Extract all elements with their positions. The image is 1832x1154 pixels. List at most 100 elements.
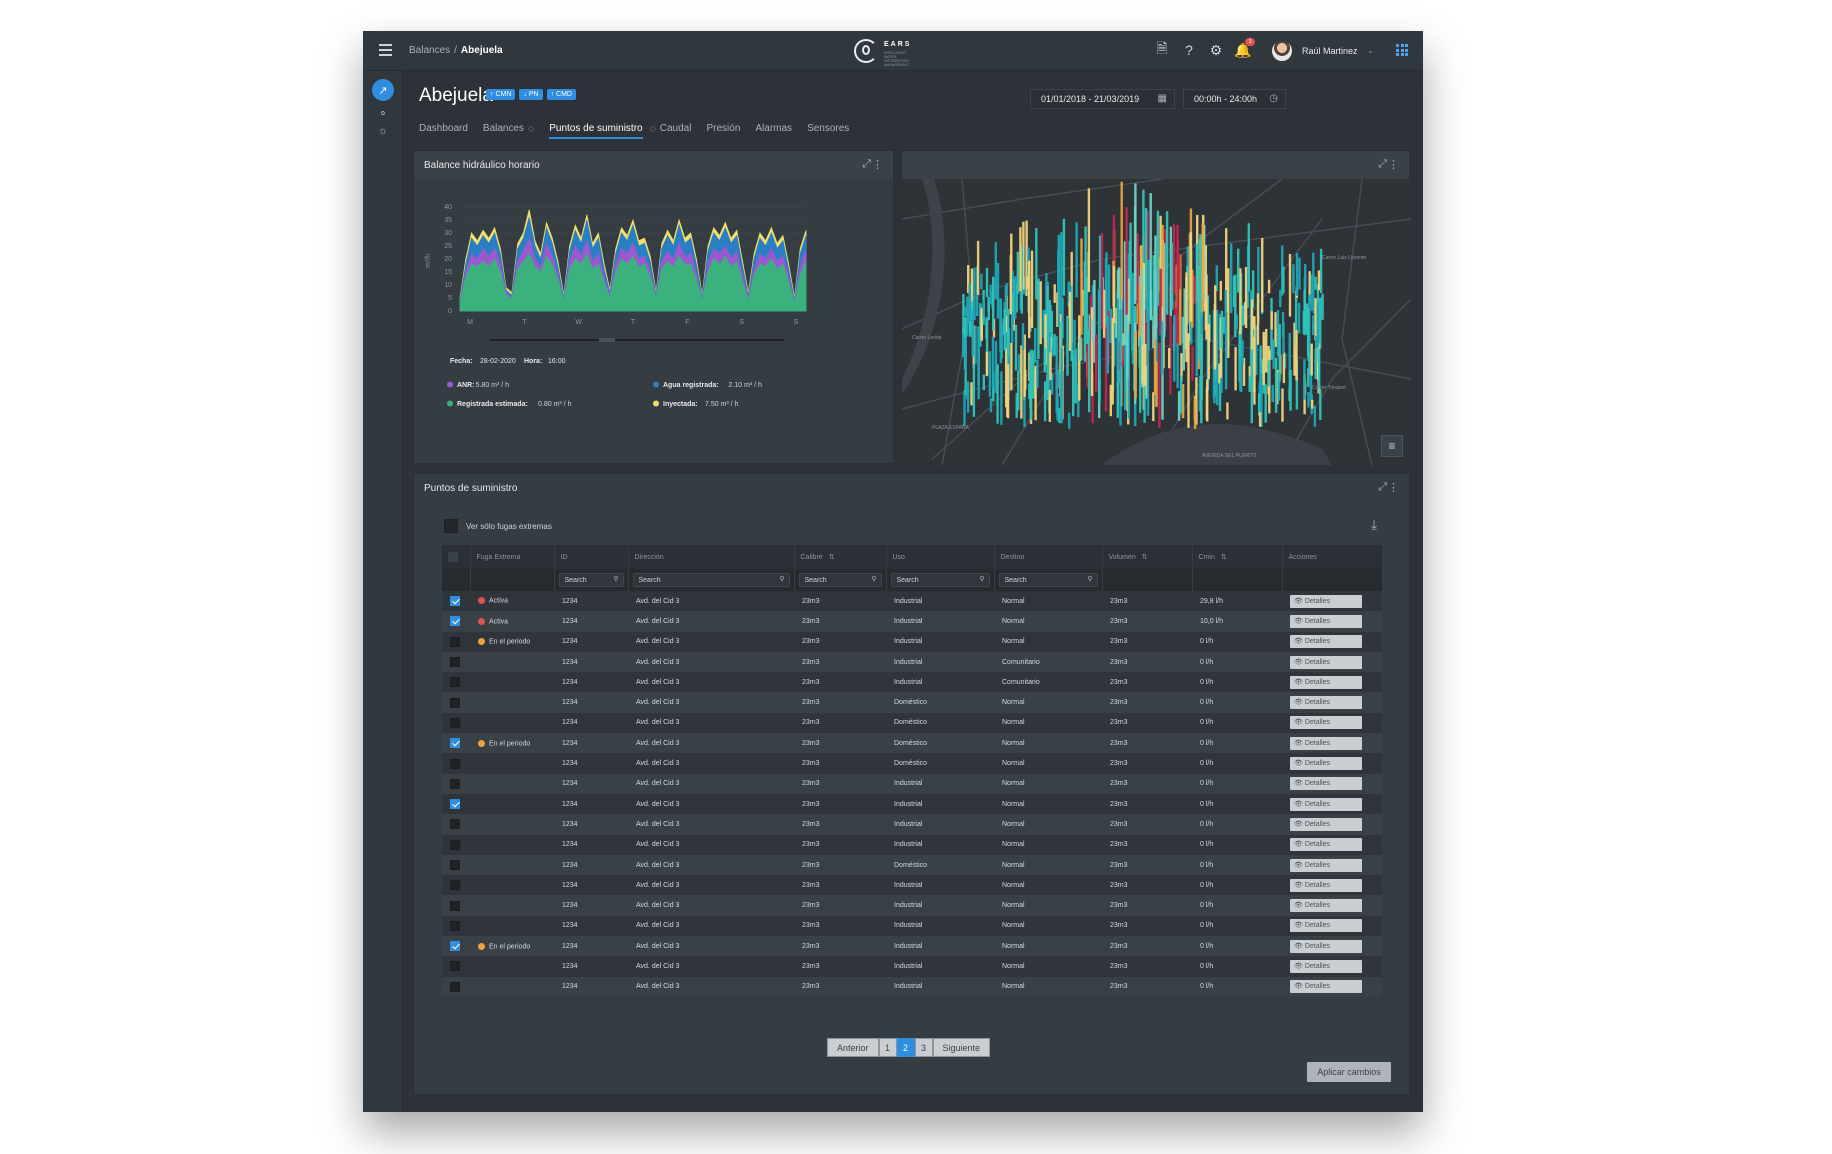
search-input-id[interactable] — [564, 574, 611, 586]
row-checkbox[interactable] — [450, 819, 460, 830]
row-checkbox[interactable] — [450, 636, 460, 647]
select-all-checkbox[interactable] — [448, 552, 458, 562]
apps-grid-icon[interactable] — [1396, 44, 1408, 56]
row-checkbox[interactable] — [450, 900, 460, 911]
search-input-uso[interactable] — [896, 574, 971, 586]
details-button[interactable]: 👁 Detalles — [1290, 899, 1362, 913]
row-checkbox[interactable] — [450, 839, 460, 850]
expand-icon[interactable]: ⤢ — [1378, 481, 1387, 494]
row-checkbox[interactable] — [450, 778, 460, 789]
row-checkbox[interactable] — [450, 961, 460, 972]
table-body: Activa 1234 Avd. del Cid 3 23m3 Industrial No… — [442, 591, 1382, 997]
map-bar — [1043, 348, 1047, 373]
row-checkbox[interactable] — [450, 596, 460, 607]
breadcrumb-parent[interactable]: Balances — [409, 45, 450, 56]
tab-caudal[interactable]: ◇ Caudal — [650, 123, 692, 139]
col-id[interactable]: ID — [554, 545, 629, 569]
col-calibre[interactable]: Calibre ⇅ — [794, 545, 887, 569]
menu-icon[interactable] — [379, 44, 392, 56]
document-icon[interactable]: 🗎 — [1153, 40, 1171, 59]
map-bar — [1205, 274, 1208, 340]
col-volumen[interactable]: Volumen ⇅ — [1102, 545, 1193, 569]
more-vertical-icon[interactable]: ⋮ — [872, 158, 883, 171]
download-icon[interactable]: ⤓ — [1371, 516, 1387, 532]
details-button[interactable]: 👁 Detalles — [1290, 980, 1362, 994]
time-range-picker[interactable]: 00:00h - 24:00h ◷ — [1183, 89, 1286, 109]
more-vertical-icon[interactable]: ⋮ — [1388, 158, 1399, 171]
row-checkbox[interactable] — [450, 981, 460, 992]
details-button[interactable]: 👁 Detalles — [1290, 959, 1362, 973]
expand-icon[interactable]: ⤢ — [1378, 158, 1387, 171]
details-button[interactable]: 👁 Detalles — [1290, 757, 1362, 771]
prev-page-button[interactable]: Anterior — [827, 1038, 879, 1057]
date-range-picker[interactable]: 01/01/2018 - 21/03/2019 ▦ — [1030, 89, 1175, 109]
bell-icon[interactable]: 🔔 1 — [1234, 38, 1255, 59]
sidebar-sensors-icon[interactable]: ☼ — [372, 120, 394, 142]
map-3d-view[interactable]: PLAZA ESPAÑA AVENIDA DEL PUERTO Carrer Lui… — [902, 179, 1411, 465]
details-button[interactable]: 👁 Detalles — [1290, 939, 1362, 953]
search-input-destino[interactable] — [1004, 574, 1079, 586]
row-checkbox[interactable] — [450, 657, 460, 668]
row-checkbox[interactable] — [450, 717, 460, 728]
row-checkbox[interactable] — [450, 860, 460, 870]
gear-icon[interactable]: ⚙ — [1207, 41, 1225, 59]
map-bar — [1062, 218, 1066, 296]
sliders-icon[interactable]: ≡ — [1381, 435, 1403, 457]
row-checkbox[interactable] — [450, 758, 460, 769]
col-direccion[interactable]: Dirección — [628, 545, 795, 569]
row-checkbox[interactable] — [450, 738, 460, 749]
user-menu[interactable]: Raúl Martinez ⌄ — [1272, 40, 1373, 62]
page-3-button[interactable]: 3 — [914, 1038, 933, 1057]
extreme-leaks-checkbox[interactable] — [444, 519, 458, 533]
apply-changes-button[interactable]: Aplicar cambios — [1307, 1062, 1391, 1082]
details-button[interactable]: 👁 Detalles — [1290, 696, 1362, 710]
page-1-button[interactable]: 1 — [878, 1038, 897, 1057]
col-uso[interactable]: Uso — [886, 545, 995, 569]
more-vertical-icon[interactable]: ⋮ — [1388, 481, 1399, 494]
row-checkbox[interactable] — [450, 920, 460, 931]
details-button[interactable]: 👁 Detalles — [1290, 919, 1362, 933]
next-page-button[interactable]: Siguiente — [932, 1038, 991, 1057]
row-checkbox[interactable] — [450, 677, 460, 688]
tab-presion[interactable]: Presión — [706, 123, 740, 139]
row-checkbox[interactable] — [450, 697, 460, 708]
col-cmin[interactable]: Cmin ⇅ — [1192, 545, 1283, 569]
details-button[interactable]: 👁 Detalles — [1290, 817, 1362, 831]
row-checkbox[interactable] — [450, 799, 460, 810]
cell-volumen: 23m3 — [1102, 915, 1192, 937]
row-checkbox[interactable] — [450, 880, 460, 891]
tab-balances[interactable]: Balances ◇ — [483, 123, 534, 139]
search-input-calibre[interactable] — [804, 574, 866, 586]
details-button[interactable]: 👁 Detalles — [1290, 716, 1362, 730]
table-row: 1234 Avd. del Cid 3 23m3 Industrial Normal 23… — [442, 834, 1382, 855]
page-2-button[interactable]: 2 — [896, 1038, 915, 1057]
details-button[interactable]: 👁 Detalles — [1290, 675, 1362, 689]
col-fuga-extrema[interactable]: Fuga Extrema — [470, 545, 555, 569]
eye-icon: 👁 — [1294, 617, 1305, 625]
details-button[interactable]: 👁 Detalles — [1290, 858, 1362, 872]
details-button[interactable]: 👁 Detalles — [1290, 655, 1362, 669]
tab-dashboard[interactable]: Dashboard — [419, 123, 468, 139]
col-destino[interactable]: Destino — [994, 545, 1103, 569]
details-button[interactable]: 👁 Detalles — [1290, 594, 1362, 608]
sidebar-chart-icon[interactable]: ↗ — [372, 79, 394, 101]
legend-value: 7.50 m³ / h — [705, 401, 739, 408]
row-select-cell — [442, 875, 470, 896]
details-button[interactable]: 👁 Detalles — [1290, 878, 1362, 892]
help-icon[interactable]: ? — [1180, 41, 1198, 59]
details-button[interactable]: 👁 Detalles — [1290, 614, 1362, 628]
details-button[interactable]: 👁 Detalles — [1290, 736, 1362, 750]
details-button[interactable]: 👁 Detalles — [1290, 635, 1362, 649]
tab-alarmas[interactable]: Alarmas — [755, 123, 792, 139]
details-button[interactable]: 👁 Detalles — [1290, 797, 1362, 811]
tab-sensores[interactable]: Sensores — [807, 123, 849, 139]
search-input-direccion[interactable] — [638, 574, 759, 586]
details-button[interactable]: 👁 Detalles — [1290, 838, 1362, 852]
tab-puntos-de-suministro[interactable]: Puntos de suministro — [549, 123, 643, 139]
row-checkbox[interactable] — [450, 941, 460, 952]
expand-icon[interactable]: ⤢ — [862, 158, 871, 171]
chart-info-hora-value: 16:00 — [548, 358, 566, 365]
details-button[interactable]: 👁 Detalles — [1290, 777, 1362, 791]
row-checkbox[interactable] — [450, 616, 460, 627]
cell-uso: Doméstico — [886, 712, 994, 734]
